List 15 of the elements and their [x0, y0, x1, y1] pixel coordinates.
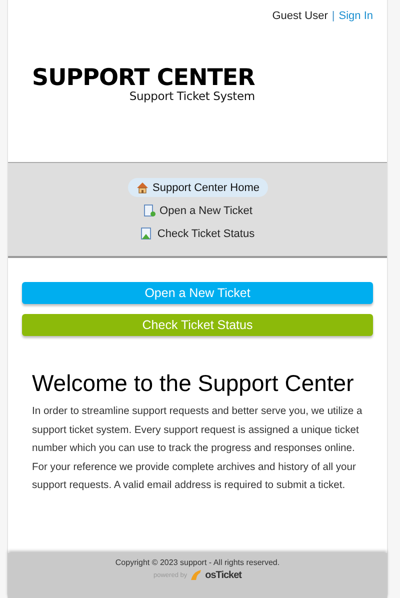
- welcome-heading: Welcome to the Support Center: [32, 370, 355, 397]
- welcome-text: In order to streamline support requests and better serve you, we utilize a support ticket system. Every support request is assigned a unique ticket number which you can use to track the progress and responses online. For your reference we provide complete archives and history of all your support requests. A valid email address is required to submit a ticket.: [32, 405, 364, 493]
- nav-link[interactable]: Open a New Ticket: [134, 201, 260, 220]
- document-image-icon: [140, 227, 154, 240]
- copyright-text: Copyright © 2023 support - All rights reserved.: [115, 558, 280, 567]
- guest-user-label: Guest User: [272, 10, 328, 22]
- sign-in-link[interactable]: Sign In: [338, 10, 373, 22]
- logo-title: SUPPORT CENTER: [32, 66, 255, 90]
- house-icon: [136, 181, 148, 194]
- separator: |: [332, 10, 335, 22]
- nav-link[interactable]: Support Center Home: [128, 178, 268, 197]
- nav-link[interactable]: Check Ticket Status: [132, 224, 263, 243]
- brand-link[interactable]: osTicket: [205, 570, 242, 580]
- document-plus-icon: [142, 204, 156, 217]
- logo-subtitle: Support Ticket System: [129, 90, 255, 103]
